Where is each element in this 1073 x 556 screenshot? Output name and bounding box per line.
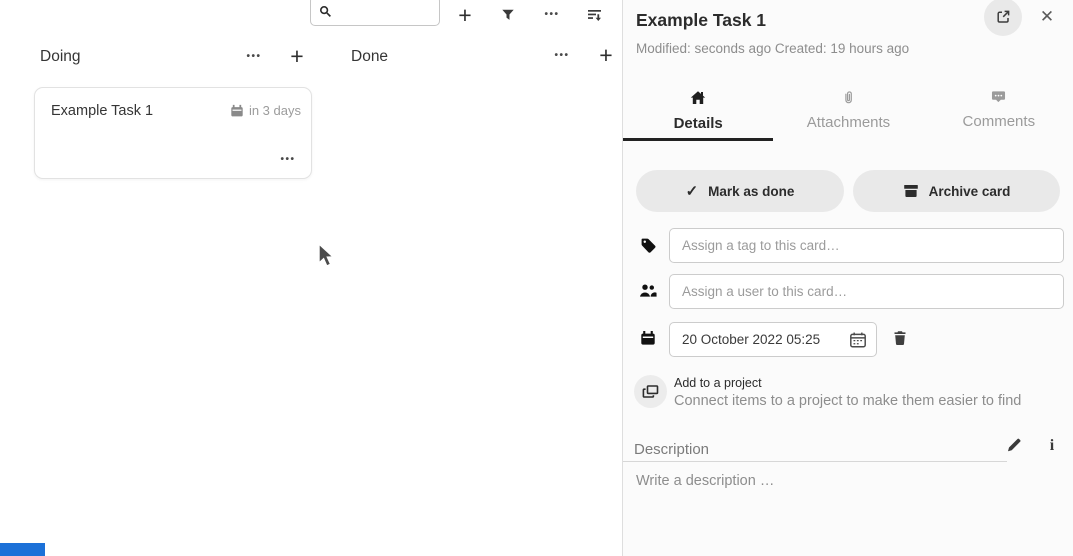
card-title: Example Task 1 <box>51 103 153 119</box>
tag-icon <box>640 237 657 254</box>
add-list-button[interactable]: + <box>450 0 480 30</box>
pencil-icon <box>1006 437 1022 453</box>
remove-due-date-button[interactable] <box>892 330 908 346</box>
add-to-project-title: Add to a project <box>674 376 762 390</box>
tab-comments[interactable]: Comments <box>924 84 1073 141</box>
card-menu-button[interactable]: ••• <box>275 150 301 170</box>
due-date-value: 20 October 2022 05:25 <box>682 332 820 347</box>
search-input[interactable] <box>338 3 434 20</box>
add-to-project-button[interactable] <box>634 375 667 408</box>
tab-details-label: Details <box>674 116 723 131</box>
close-panel-button[interactable]: ✕ <box>1035 5 1059 29</box>
task-card[interactable]: Example Task 1 in 3 days ••• <box>34 87 312 179</box>
calendar-icon <box>640 330 656 346</box>
filter-button[interactable] <box>493 0 523 30</box>
due-date-field[interactable]: 20 October 2022 05:25 <box>669 322 877 357</box>
description-label: Description <box>634 441 709 458</box>
plus-icon: + <box>458 4 471 27</box>
calendar-outline-icon <box>849 331 867 349</box>
archive-card-label: Archive card <box>929 184 1011 199</box>
assign-user-input[interactable] <box>669 274 1064 309</box>
open-in-window-button[interactable] <box>984 0 1022 36</box>
description-divider <box>623 461 1007 462</box>
paperclip-icon <box>842 90 855 105</box>
archive-icon <box>903 183 919 199</box>
plus-icon: + <box>290 45 303 68</box>
external-link-icon <box>995 9 1011 25</box>
open-date-picker-button[interactable] <box>849 331 867 349</box>
calendar-icon <box>230 104 244 118</box>
column-title-done: Done <box>351 48 388 66</box>
panel-title: Example Task 1 <box>636 10 766 31</box>
mark-as-done-label: Mark as done <box>708 184 794 199</box>
sort-icon <box>587 7 603 23</box>
tab-details[interactable]: Details <box>623 84 773 141</box>
windows-stack-icon <box>642 384 659 399</box>
comment-icon <box>991 90 1006 104</box>
column-doing-menu-button[interactable]: ••• <box>239 42 269 72</box>
card-due-label: in 3 days <box>249 103 301 118</box>
users-icon <box>639 283 657 298</box>
column-done-add-card-button[interactable]: + <box>591 40 621 70</box>
funnel-icon <box>501 8 515 22</box>
assign-tag-input[interactable] <box>669 228 1064 263</box>
ellipsis-icon: ••• <box>554 51 569 61</box>
card-due-date: in 3 days <box>230 103 301 118</box>
board-area: + ••• Doing ••• + Done ••• + Example Tas… <box>0 0 622 556</box>
tab-attachments-label: Attachments <box>807 115 890 130</box>
blue-fragment <box>0 543 45 556</box>
add-to-project-subtitle: Connect items to a project to make them … <box>674 393 1021 409</box>
task-details-panel: Example Task 1 Modified: seconds ago Cre… <box>622 0 1073 556</box>
tab-attachments[interactable]: Attachments <box>773 84 923 141</box>
mark-as-done-button[interactable]: ✓ Mark as done <box>636 170 844 212</box>
mouse-cursor <box>316 242 336 275</box>
column-done-menu-button[interactable]: ••• <box>547 41 577 71</box>
description-placeholder[interactable]: Write a description … <box>636 473 774 489</box>
ellipsis-icon: ••• <box>246 52 261 62</box>
tab-comments-label: Comments <box>963 114 1036 129</box>
edit-description-button[interactable] <box>1000 436 1028 454</box>
description-info-button[interactable]: i <box>1040 434 1064 458</box>
column-title-doing: Doing <box>40 48 81 66</box>
column-doing-add-card-button[interactable]: + <box>282 41 312 71</box>
archive-card-button[interactable]: Archive card <box>853 170 1060 212</box>
search-icon <box>319 5 332 18</box>
ellipsis-icon: ••• <box>280 155 295 165</box>
home-icon <box>690 90 706 106</box>
board-menu-button[interactable]: ••• <box>537 0 567 30</box>
search-input-wrapper <box>310 0 440 26</box>
sort-button[interactable] <box>580 0 610 30</box>
ellipsis-icon: ••• <box>544 10 559 20</box>
plus-icon: + <box>599 44 612 67</box>
checkmark-icon: ✓ <box>686 184 699 199</box>
close-icon: ✕ <box>1040 7 1054 27</box>
trash-icon <box>892 330 908 346</box>
panel-meta: Modified: seconds ago Created: 19 hours … <box>636 41 909 56</box>
panel-tabs: Details Attachments Comments <box>623 84 1073 141</box>
info-icon: i <box>1050 437 1054 455</box>
